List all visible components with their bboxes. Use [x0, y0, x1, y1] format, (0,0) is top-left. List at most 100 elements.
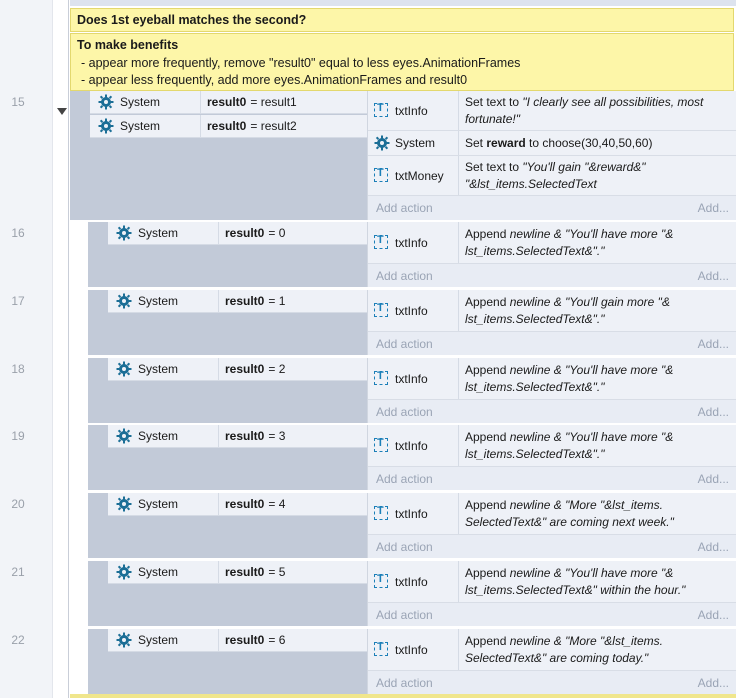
add-more-link[interactable]: Add...	[698, 676, 729, 690]
gear-icon	[116, 632, 132, 648]
event-block[interactable]: System result0 = 0	[88, 222, 367, 287]
event-number: 17	[11, 294, 25, 308]
add-more-link[interactable]: Add...	[698, 201, 729, 215]
event-condition[interactable]: System result0 = result1	[90, 91, 367, 114]
actions-column: txtInfo Append newline & "You'll gain mor…	[367, 290, 736, 355]
event-condition[interactable]: System result0 = 1	[108, 290, 367, 313]
action-description: Set text to "You'll gain "&reward&" "&ls…	[465, 156, 731, 195]
add-more-link[interactable]: Add...	[698, 405, 729, 419]
comment-benefits[interactable]: To make benefits - appear more frequentl…	[70, 33, 734, 91]
gear-icon	[116, 361, 132, 377]
text-object-icon	[374, 573, 390, 590]
action-verb: Set text to	[465, 94, 523, 109]
action-row[interactable]: txtInfo Append newline & "You'll have mor…	[368, 561, 736, 603]
action-object-name: txtInfo	[395, 235, 428, 250]
action-verb: Set	[465, 135, 487, 150]
action-text: Append newline & "You'll have more "& ls…	[465, 226, 731, 260]
add-action-link[interactable]: Add action	[376, 405, 433, 419]
event-block[interactable]: System result0 = 2	[88, 358, 367, 423]
action-text: Append newline & "You'll have more "& ls…	[465, 429, 731, 463]
action-object-name: txtMoney	[395, 168, 444, 183]
add-action-link[interactable]: Add action	[376, 608, 433, 622]
text-object-icon	[374, 370, 390, 387]
add-action-row[interactable]: Add action Add...	[368, 672, 736, 694]
condition-object: System	[108, 561, 219, 583]
action-row[interactable]: txtMoney Set text to "You'll gain "&rewar…	[368, 156, 736, 196]
collapse-triangle-icon[interactable]	[57, 108, 67, 115]
action-text: Set reward to choose(30,40,50,60)	[465, 135, 652, 152]
condition-object: System	[108, 358, 219, 380]
action-text: Append newline & "You'll have more "& ls…	[465, 362, 731, 396]
action-text: Set text to "You'll gain "&reward&" "&ls…	[465, 159, 731, 193]
action-description: Append newline & "More "&lst_items. Sele…	[465, 493, 731, 534]
condition-object-name: System	[120, 95, 161, 109]
add-more-link[interactable]: Add...	[698, 608, 729, 622]
action-row[interactable]: txtInfo Append newline & "You'll gain mor…	[368, 290, 736, 332]
event-block[interactable]: System result0 = result1 System result0 = res…	[70, 91, 367, 220]
event-block[interactable]: System result0 = 5	[88, 561, 367, 626]
add-action-link[interactable]: Add action	[376, 201, 433, 215]
event-condition[interactable]: System result0 = result2	[90, 115, 367, 138]
add-action-row[interactable]: Add action Add...	[368, 536, 736, 558]
add-more-link[interactable]: Add...	[698, 540, 729, 554]
condition-variable: result0	[225, 633, 265, 647]
add-action-link[interactable]: Add action	[376, 676, 433, 690]
event-condition[interactable]: System result0 = 4	[108, 493, 367, 516]
action-bold-term: reward	[486, 135, 526, 150]
event-block[interactable]: System result0 = 6	[88, 629, 367, 694]
condition-expression: result0 = 0	[225, 222, 285, 244]
condition-expression: result0 = 5	[225, 561, 285, 583]
add-action-link[interactable]: Add action	[376, 472, 433, 486]
action-object-name: txtInfo	[395, 103, 428, 118]
action-description: Append newline & "You'll have more "& ls…	[465, 561, 731, 602]
event-condition[interactable]: System result0 = 6	[108, 629, 367, 652]
action-verb: Append	[465, 294, 510, 309]
add-more-link[interactable]: Add...	[698, 472, 729, 486]
action-row[interactable]: txtInfo Append newline & "You'll have mor…	[368, 425, 736, 467]
add-action-row[interactable]: Add action Add...	[368, 333, 736, 355]
add-more-link[interactable]: Add...	[698, 337, 729, 351]
event-condition[interactable]: System result0 = 2	[108, 358, 367, 381]
gear-icon	[98, 118, 114, 134]
comment-benefits-line: - appear less frequently, add more eyes.…	[81, 73, 468, 87]
event-condition[interactable]: System result0 = 3	[108, 425, 367, 448]
action-object: txtInfo	[368, 290, 459, 331]
action-row[interactable]: txtInfo Set text to "I clearly see all po…	[368, 91, 736, 131]
action-row[interactable]: txtInfo Append newline & "You'll have mor…	[368, 222, 736, 264]
event-condition[interactable]: System result0 = 0	[108, 222, 367, 245]
action-description: Append newline & "More "&lst_items. Sele…	[465, 629, 731, 670]
add-action-row[interactable]: Add action Add...	[368, 265, 736, 287]
comment-question[interactable]: Does 1st eyeball matches the second?	[70, 8, 734, 32]
add-action-row[interactable]: Add action Add...	[368, 401, 736, 423]
event-block[interactable]: System result0 = 4	[88, 493, 367, 558]
action-text: Append newline & "You'll gain more "& ls…	[465, 294, 731, 328]
action-row[interactable]: System Set reward to choose(30,40,50,60)	[368, 131, 736, 156]
add-more-link[interactable]: Add...	[698, 269, 729, 283]
action-description: Append newline & "You'll have more "& ls…	[465, 425, 731, 466]
condition-comparison: = 5	[268, 565, 286, 579]
add-action-link[interactable]: Add action	[376, 540, 433, 554]
action-object: txtInfo	[368, 493, 459, 534]
event-block[interactable]: System result0 = 3	[88, 425, 367, 490]
action-object: txtInfo	[368, 358, 459, 399]
action-object: txtInfo	[368, 222, 459, 263]
add-action-link[interactable]: Add action	[376, 337, 433, 351]
condition-object: System	[108, 493, 219, 515]
add-action-row[interactable]: Add action Add...	[368, 604, 736, 626]
condition-variable: result0	[207, 95, 247, 109]
condition-object: System	[90, 91, 201, 113]
event-number: 19	[11, 429, 25, 443]
add-action-link[interactable]: Add action	[376, 269, 433, 283]
add-action-row[interactable]: Add action Add...	[368, 197, 736, 219]
event-block[interactable]: System result0 = 1	[88, 290, 367, 355]
text-object-icon	[374, 167, 390, 184]
event-condition[interactable]: System result0 = 5	[108, 561, 367, 584]
action-text: Append newline & "More "&lst_items. Sele…	[465, 497, 731, 531]
gear-icon	[374, 135, 390, 151]
condition-expression: result0 = 6	[225, 629, 285, 651]
action-row[interactable]: txtInfo Append newline & "More "&lst_item…	[368, 629, 736, 671]
condition-comparison: = result2	[250, 119, 297, 133]
action-row[interactable]: txtInfo Append newline & "You'll have mor…	[368, 358, 736, 400]
add-action-row[interactable]: Add action Add...	[368, 468, 736, 490]
action-row[interactable]: txtInfo Append newline & "More "&lst_item…	[368, 493, 736, 535]
